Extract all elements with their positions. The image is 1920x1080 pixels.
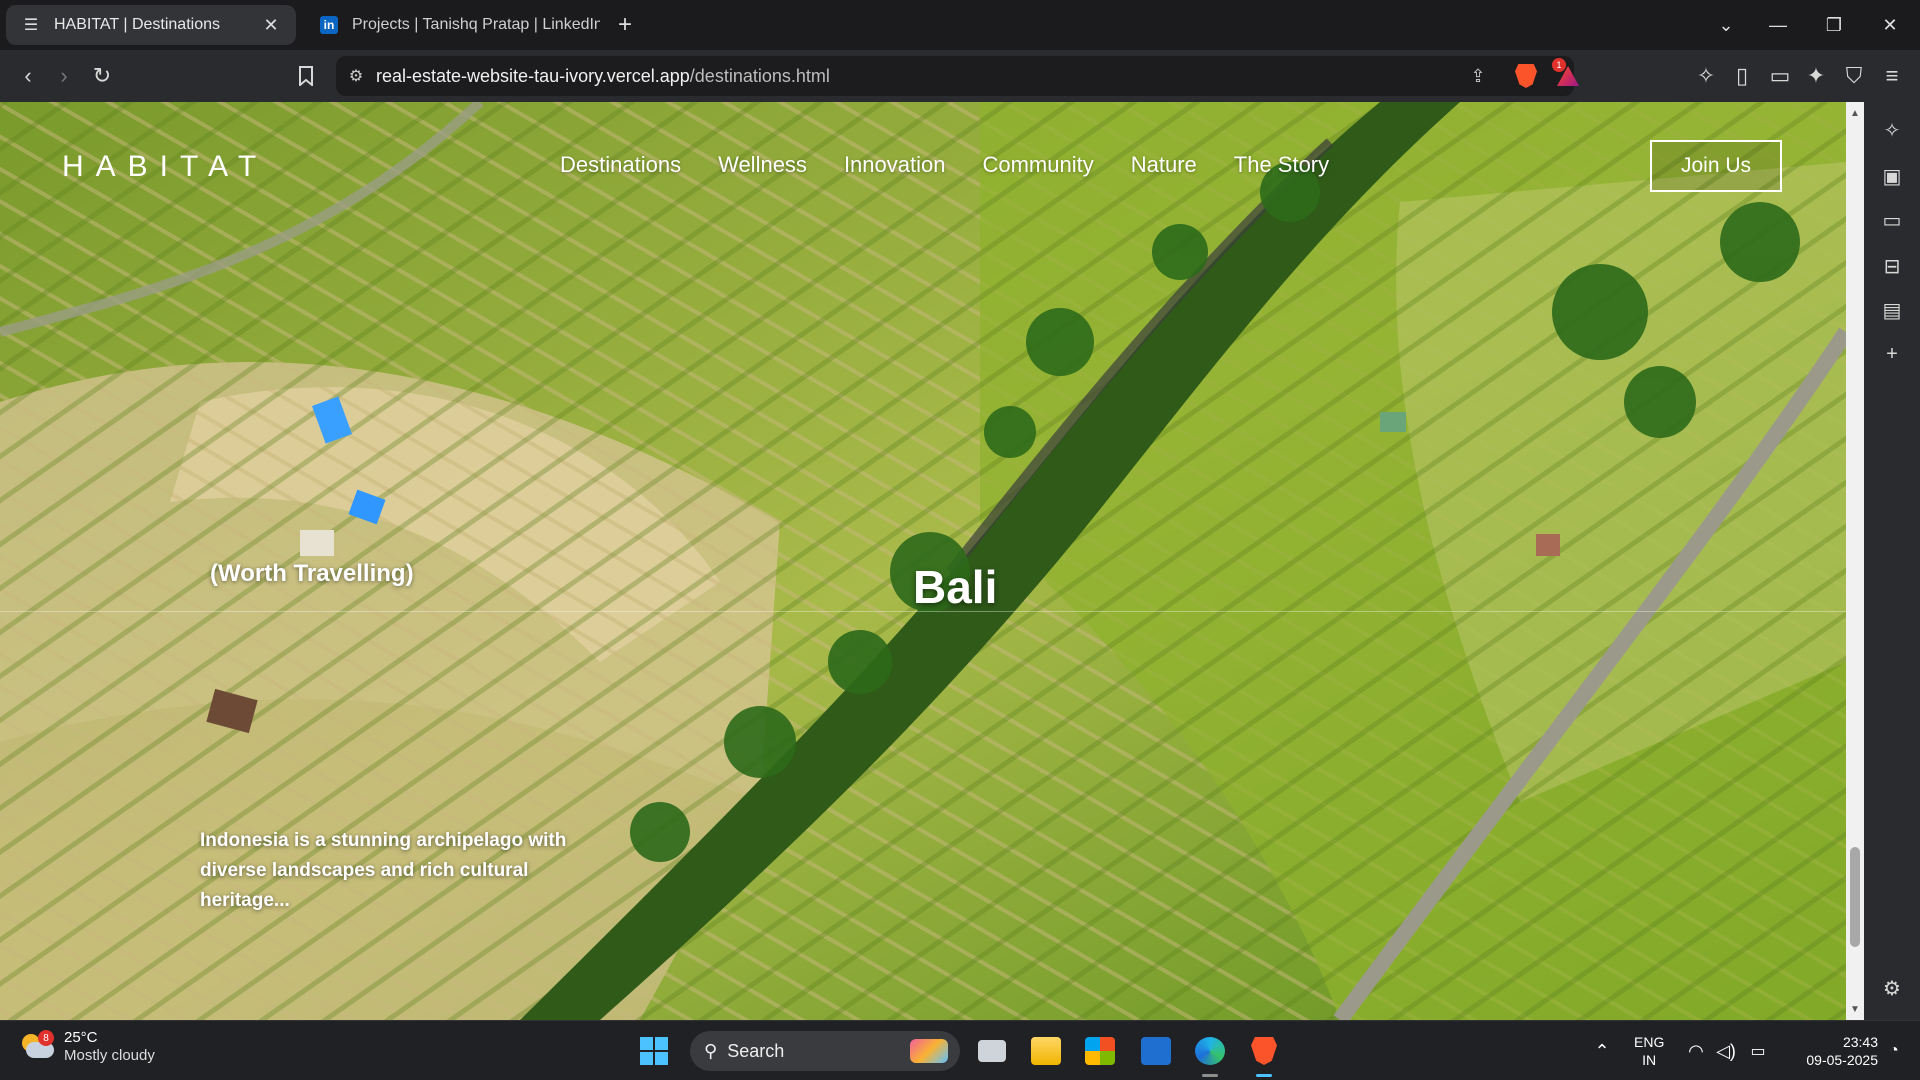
system-clock[interactable]: 23:43 09-05-2025 [1784, 1033, 1878, 1069]
address-url: real-estate-website-tau-ivory.vercel.app… [376, 65, 830, 86]
talk-video-icon[interactable]: ▣ [1878, 162, 1906, 190]
back-arrow-icon[interactable]: ‹ [12, 60, 44, 92]
linkedin-icon: in [318, 14, 340, 36]
file-explorer-icon[interactable] [1026, 1031, 1066, 1071]
address-bar[interactable]: ⚙ real-estate-website-tau-ivory.vercel.a… [336, 56, 1579, 96]
tab-search-chevron-down-icon[interactable]: ⌄ [1698, 0, 1754, 50]
hero-description: Indonesia is a stunning archipelago with… [200, 830, 567, 911]
microsoft-store-icon[interactable] [1080, 1031, 1120, 1071]
cloudy-weather-icon: 8 [20, 1030, 54, 1062]
tab-close-icon[interactable]: ✕ [260, 14, 282, 36]
nav-wellness[interactable]: Wellness [718, 152, 807, 178]
site-settings-icon[interactable]: ⚙ [336, 66, 376, 86]
start-windows-icon[interactable] [634, 1031, 674, 1071]
leo-ai-icon[interactable]: ✦ [1800, 60, 1832, 92]
battery-icon[interactable]: ▭ [1738, 1031, 1778, 1071]
windows-taskbar: 8 25°C Mostly cloudy ⚲ Search ⌃ ENG IN ◠… [0, 1020, 1920, 1080]
page-scrollbar[interactable]: ▲ ▼ [1846, 102, 1864, 1020]
tab-habitat-destinations[interactable]: ☰ HABITAT | Destinations ✕ [6, 5, 296, 45]
scroll-up-arrow-icon[interactable]: ▲ [1846, 104, 1864, 122]
nav-destinations[interactable]: Destinations [560, 152, 681, 178]
extensions-puzzle-icon[interactable]: ✧ [1690, 60, 1722, 92]
taskbar-search[interactable]: ⚲ Search [690, 1031, 960, 1071]
browser-tab-bar: ☰ HABITAT | Destinations ✕ in Projects |… [0, 0, 1920, 50]
leo-sparkle-icon[interactable]: ✧ [1878, 116, 1906, 144]
brave-shields-icon[interactable] [1508, 56, 1544, 96]
add-panel-plus-icon[interactable]: + [1878, 340, 1906, 368]
task-view-icon[interactable] [972, 1031, 1012, 1071]
browser-side-panel: ✧ ▣ ▭ ⊟ ▤ + ⚙ [1864, 102, 1920, 1020]
close-window-icon[interactable]: ✕ [1862, 0, 1918, 50]
bookmarks-panel-icon[interactable]: ⊟ [1878, 252, 1906, 280]
browser-toolbar: ‹ › ↻ ⚙ real-estate-website-tau-ivory.ve… [0, 50, 1920, 102]
tab-label: Projects | Tanishq Pratap | LinkedIn [352, 16, 600, 33]
nav-the-story[interactable]: The Story [1234, 152, 1329, 178]
new-tab-plus-icon[interactable]: + [610, 10, 640, 40]
tab-linkedin-projects[interactable]: in Projects | Tanishq Pratap | LinkedIn [304, 5, 614, 45]
hero-divider [0, 611, 1846, 612]
join-us-button[interactable]: Join Us [1650, 140, 1782, 192]
tab-menu-icon: ☰ [23, 17, 39, 34]
scroll-thumb[interactable] [1850, 847, 1860, 947]
wallet-icon[interactable]: ▭ [1764, 60, 1796, 92]
input-language[interactable]: ENG IN [1634, 1033, 1664, 1069]
nav-innovation[interactable]: Innovation [844, 152, 946, 178]
hero-tagline: (Worth Travelling) [210, 560, 414, 587]
site-nav: Destinations Wellness Innovation Communi… [560, 152, 1366, 178]
tab-label: HABITAT | Destinations [54, 16, 220, 33]
reload-icon[interactable]: ↻ [86, 60, 118, 92]
page-viewport: HABITAT Destinations Wellness Innovation… [0, 102, 1846, 1020]
brave-browser-icon[interactable] [1244, 1031, 1284, 1077]
weather-badge: 8 [38, 1030, 54, 1046]
side-panel-settings-gear-icon[interactable]: ⚙ [1878, 974, 1906, 1002]
sidebar-toggle-icon[interactable]: ▯ [1726, 60, 1758, 92]
nav-nature[interactable]: Nature [1131, 152, 1197, 178]
search-label: Search [727, 1040, 785, 1061]
main-menu-icon[interactable]: ≡ [1876, 60, 1908, 92]
notifications-bell-icon[interactable]: ◔ [1874, 1031, 1914, 1071]
weather-widget[interactable]: 8 25°C Mostly cloudy [20, 1029, 155, 1065]
wallet-panel-icon[interactable]: ▭ [1878, 206, 1906, 234]
edge-browser-icon[interactable] [1190, 1031, 1230, 1077]
nav-community[interactable]: Community [982, 152, 1093, 178]
vpn-shield-icon[interactable]: ⛉ [1838, 60, 1870, 92]
weather-temperature: 25°C [64, 1029, 98, 1046]
show-hidden-icons-chevron-up-icon[interactable]: ⌃ [1582, 1031, 1622, 1071]
search-highlight-icon [910, 1039, 948, 1063]
outlook-icon[interactable] [1136, 1031, 1176, 1071]
search-icon: ⚲ [704, 1040, 718, 1061]
share-icon[interactable]: ⇪ [1460, 56, 1496, 96]
site-logo[interactable]: HABITAT [62, 150, 268, 184]
bookmark-icon[interactable] [290, 60, 322, 92]
forward-arrow-icon[interactable]: › [48, 60, 80, 92]
minimize-icon[interactable]: — [1750, 0, 1806, 50]
weather-condition: Mostly cloudy [64, 1047, 155, 1064]
hero-title: Bali [913, 561, 998, 613]
scroll-down-arrow-icon[interactable]: ▼ [1846, 1000, 1864, 1018]
rewards-count-badge: 1 [1552, 58, 1566, 72]
restore-icon[interactable]: ❐ [1806, 0, 1862, 50]
reading-list-icon[interactable]: ▤ [1878, 296, 1906, 324]
